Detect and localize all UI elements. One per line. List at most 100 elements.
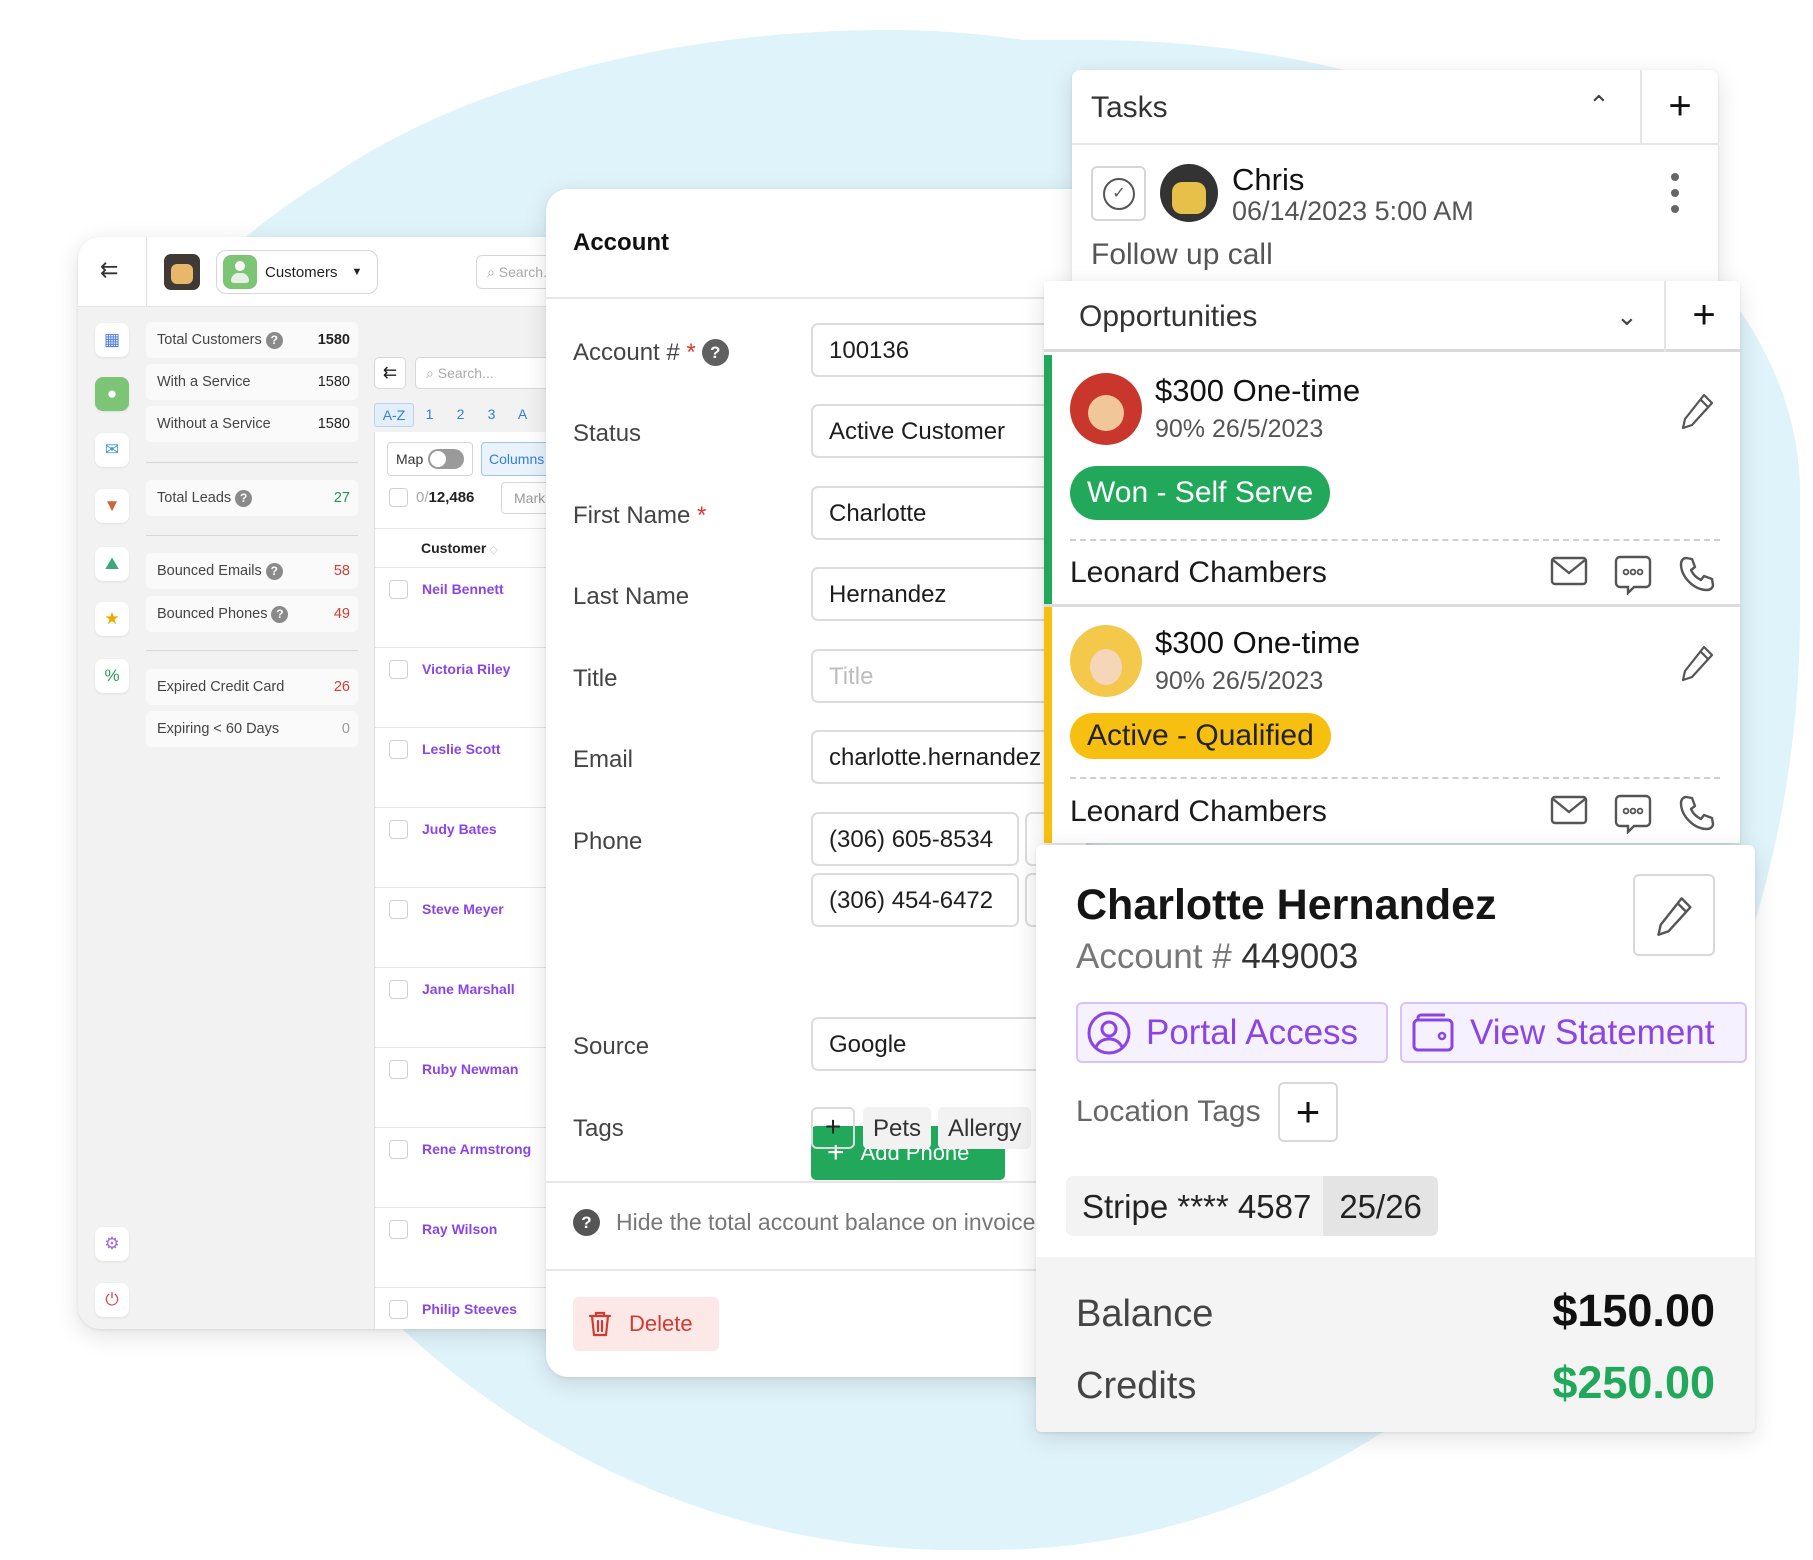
opportunity-card[interactable]: $300 One-time 90% 26/5/2023 Active - Qua… <box>1044 607 1740 843</box>
customer-name-link[interactable]: Neil Bennett <box>422 581 504 597</box>
help-icon[interactable]: ? <box>573 1209 600 1236</box>
phone-input[interactable]: (306) 605-8534 <box>811 812 1019 866</box>
stat-bounced-emails[interactable]: Bounced Emails? 58 <box>146 553 358 589</box>
delete-button[interactable]: Delete <box>573 1297 719 1351</box>
email-icon[interactable] <box>1550 794 1588 826</box>
row-checkbox[interactable] <box>389 1140 408 1159</box>
customer-name-link[interactable]: Rene Armstrong <box>422 1141 531 1157</box>
stat-total-customers[interactable]: Total Customers? 1580 <box>146 322 358 358</box>
stat-bounced-phones[interactable]: Bounced Phones? 49 <box>146 596 358 632</box>
customer-row[interactable]: Ray Wilson <box>375 1208 558 1288</box>
customer-row[interactable]: Victoria Riley <box>375 648 558 728</box>
collapse-sidebar-icon[interactable]: ⇇ <box>100 257 118 283</box>
customer-name-link[interactable]: Steve Meyer <box>422 901 504 917</box>
row-checkbox[interactable] <box>389 980 408 999</box>
collapse-list-icon[interactable]: ⇇ <box>374 357 406 389</box>
row-checkbox[interactable] <box>389 900 408 919</box>
add-task-button[interactable]: + <box>1640 70 1718 145</box>
calendar-icon[interactable]: ▦ <box>95 323 129 357</box>
stat-with-service[interactable]: With a Service 1580 <box>146 364 358 400</box>
edit-pencil-icon[interactable] <box>1680 643 1716 683</box>
customer-row[interactable]: Judy Bates <box>375 808 558 888</box>
row-checkbox[interactable] <box>389 820 408 839</box>
complete-task-checkbox[interactable]: ✓ <box>1091 166 1146 221</box>
alpha-filter-item[interactable]: 1 <box>414 403 445 427</box>
help-icon[interactable]: ? <box>701 339 729 366</box>
alpha-filter-item[interactable]: A-Z <box>374 403 414 427</box>
sort-icon[interactable]: ◇ <box>489 544 497 556</box>
portal-access-button[interactable]: Portal Access <box>1076 1002 1388 1063</box>
sms-icon[interactable] <box>1614 794 1652 834</box>
star-icon[interactable]: ★ <box>95 602 129 636</box>
add-location-tag-button[interactable]: + <box>1278 1082 1338 1142</box>
phone-icon[interactable] <box>1678 794 1716 832</box>
add-opportunity-button[interactable]: + <box>1664 281 1740 352</box>
select-all-checkbox[interactable] <box>389 488 408 507</box>
stat-without-service[interactable]: Without a Service 1580 <box>146 406 358 442</box>
customer-name-link[interactable]: Leslie Scott <box>422 741 501 757</box>
alpha-filter-item[interactable]: A <box>507 403 538 427</box>
row-checkbox[interactable] <box>389 1060 408 1079</box>
customer-name-link[interactable]: Victoria Riley <box>422 661 510 677</box>
plugin-icon[interactable]: ⏻ <box>95 1283 129 1317</box>
row-checkbox[interactable] <box>389 1300 408 1319</box>
more-options-icon[interactable] <box>1670 173 1680 213</box>
alpha-filter: A-Z 1 2 3 A <box>374 403 538 427</box>
help-icon[interactable]: ? <box>271 605 289 623</box>
row-checkbox[interactable] <box>389 1220 408 1239</box>
list-search-input[interactable]: ⌕ Search... <box>415 357 558 389</box>
toggle-switch[interactable] <box>428 449 465 469</box>
customer-row[interactable]: Steve Meyer <box>375 888 558 968</box>
edit-pencil-icon[interactable] <box>1680 391 1716 431</box>
settings-icon[interactable]: ⚙ <box>95 1227 129 1261</box>
customer-list-area: ⇇ ⌕ Search... A-Z 1 2 3 A Map Columns 0/… <box>374 307 558 1329</box>
stat-expiring-60-days[interactable]: Expiring < 60 Days 0 <box>146 711 358 747</box>
email-icon[interactable] <box>1550 555 1588 587</box>
help-icon[interactable]: ? <box>235 489 253 507</box>
customer-row[interactable]: Jane Marshall <box>375 968 558 1048</box>
field-label: Account # <box>573 339 680 366</box>
alpha-filter-item[interactable]: 3 <box>476 403 507 427</box>
alpha-filter-item[interactable]: 2 <box>445 403 476 427</box>
customer-row[interactable]: Leslie Scott <box>375 728 558 808</box>
customer-name-link[interactable]: Ray Wilson <box>422 1221 497 1237</box>
help-icon[interactable]: ? <box>265 331 283 349</box>
module-dropdown[interactable]: Customers ▼ <box>216 250 378 294</box>
field-label: Phone <box>573 828 643 855</box>
customers-nav-icon[interactable]: ● <box>95 377 129 411</box>
tag-chip[interactable]: Pets <box>863 1107 932 1149</box>
hide-balance-option[interactable]: ? Hide the total account balance on invoi… <box>573 1209 1047 1236</box>
edit-customer-button[interactable] <box>1633 874 1715 956</box>
payment-method[interactable]: Stripe **** 4587 25/26 <box>1066 1176 1438 1236</box>
phone-icon[interactable] <box>1678 555 1716 593</box>
customer-row[interactable]: Rene Armstrong <box>375 1128 558 1208</box>
customer-row[interactable]: Neil Bennett <box>375 568 558 648</box>
customer-row[interactable]: Ruby Newman <box>375 1048 558 1128</box>
customer-name-link[interactable]: Jane Marshall <box>422 981 515 997</box>
chevron-down-icon[interactable]: ⌄ <box>1616 301 1638 332</box>
funnel-icon[interactable]: ▼ <box>95 489 129 523</box>
phone-input[interactable]: (306) 454-6472 <box>811 873 1019 927</box>
discount-icon[interactable]: % <box>95 659 129 693</box>
app-logo <box>164 254 200 290</box>
stat-total-leads[interactable]: Total Leads? 27 <box>146 480 358 516</box>
help-icon[interactable]: ? <box>265 562 283 580</box>
analytics-icon[interactable]: ⛰ <box>95 547 129 581</box>
map-toggle[interactable]: Map <box>387 442 473 476</box>
customer-name-link[interactable]: Ruby Newman <box>422 1061 518 1077</box>
chevron-up-icon[interactable]: ⌃ <box>1588 90 1610 121</box>
column-header-customer[interactable]: Customer ◇ <box>375 528 558 568</box>
sms-icon[interactable] <box>1614 555 1652 595</box>
customer-name-link[interactable]: Judy Bates <box>422 821 497 837</box>
opportunity-card[interactable]: $300 One-time 90% 26/5/2023 Won - Self S… <box>1044 355 1740 607</box>
customer-name-link[interactable]: Philip Steeves <box>422 1301 517 1317</box>
tag-chip[interactable]: Allergy <box>938 1107 1032 1149</box>
inbox-icon[interactable]: ✉ <box>95 433 129 467</box>
row-checkbox[interactable] <box>389 740 408 759</box>
row-checkbox[interactable] <box>389 660 408 679</box>
row-checkbox[interactable] <box>389 580 408 599</box>
stat-expired-credit-card[interactable]: Expired Credit Card 26 <box>146 669 358 705</box>
add-tag-button[interactable]: + <box>811 1107 855 1149</box>
customer-row[interactable]: Philip Steeves <box>375 1288 558 1329</box>
view-statement-button[interactable]: View Statement <box>1400 1002 1747 1063</box>
